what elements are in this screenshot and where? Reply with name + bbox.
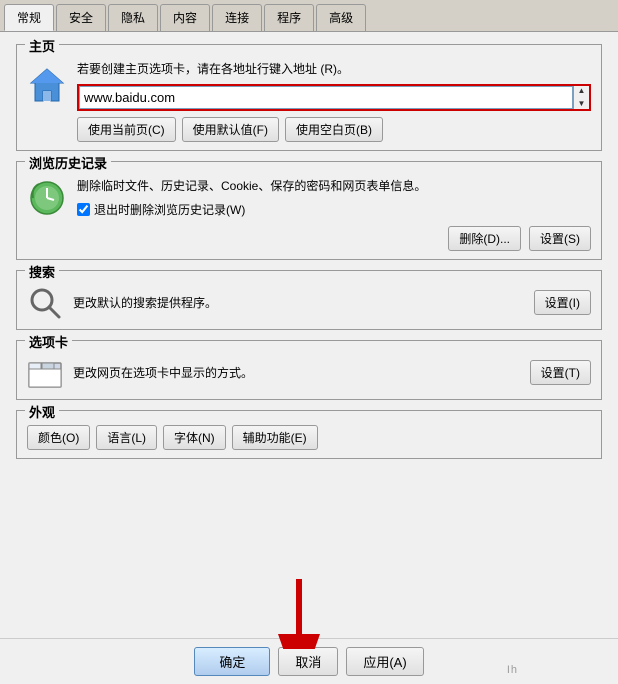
tab-privacy[interactable]: 隐私 [108,4,158,31]
watermark: Ih [507,664,518,676]
use-default-btn[interactable]: 使用默认值(F) [182,117,279,142]
search-settings-btn[interactable]: 设置(I) [534,290,591,315]
appearance-buttons: 颜色(O) 语言(L) 字体(N) 辅助功能(E) [27,425,591,450]
history-icon [27,178,67,218]
tab-programs[interactable]: 程序 [264,4,314,31]
checkbox-row: 退出时删除浏览历史记录(W) [77,201,591,218]
scroll-up-arrow[interactable]: ▲ [578,87,586,95]
tab-connections[interactable]: 连接 [212,4,262,31]
search-inner: 更改默认的搜索提供程序。 设置(I) [27,285,591,321]
homepage-desc: 若要创建主页选项卡，请在各地址行键入地址 (R)。 [77,61,591,78]
delete-on-exit-checkbox[interactable] [77,203,90,216]
tabs-desc: 更改网页在选项卡中显示的方式。 [73,364,520,381]
tabs-settings-btn[interactable]: 设置(T) [530,360,591,385]
fonts-btn[interactable]: 字体(N) [163,425,226,450]
url-input[interactable] [79,86,573,109]
tabs-title: 选项卡 [25,332,72,351]
use-current-btn[interactable]: 使用当前页(C) [77,117,176,142]
homepage-inner: 若要创建主页选项卡，请在各地址行键入地址 (R)。 ▲ ▼ 使用当前页(C) 使… [27,61,591,142]
language-btn[interactable]: 语言(L) [96,425,157,450]
history-right: 删除临时文件、历史记录、Cookie、保存的密码和网页表单信息。 退出时删除浏览… [77,178,591,251]
delete-history-btn[interactable]: 删除(D)... [448,226,521,251]
homepage-buttons: 使用当前页(C) 使用默认值(F) 使用空白页(B) [77,117,591,142]
history-section: 浏览历史记录 删除临时文件、历史记录、Cookie、保存的密码和网页表单信息。 [16,161,602,260]
ok-button[interactable]: 确定 [194,647,270,676]
tabs-icon [27,355,63,391]
tabs-section: 选项卡 更改网页在选项卡中显示的方式。 设置(T) [16,340,602,400]
dialog-container: 常规 安全 隐私 内容 连接 程序 高级 主页 若要创建主页选项卡，请 [0,0,618,684]
tab-bar: 常规 安全 隐私 内容 连接 程序 高级 [0,0,618,32]
tabs-inner: 更改网页在选项卡中显示的方式。 设置(T) [27,355,591,391]
use-blank-btn[interactable]: 使用空白页(B) [285,117,383,142]
history-settings-btn[interactable]: 设置(S) [529,226,591,251]
tab-advanced[interactable]: 高级 [316,4,366,31]
history-title: 浏览历史记录 [25,153,111,172]
accessibility-btn[interactable]: 辅助功能(E) [232,425,318,450]
colors-btn[interactable]: 颜色(O) [27,425,90,450]
homepage-right: 若要创建主页选项卡，请在各地址行键入地址 (R)。 ▲ ▼ 使用当前页(C) 使… [77,61,591,142]
appearance-title: 外观 [25,402,59,421]
history-desc: 删除临时文件、历史记录、Cookie、保存的密码和网页表单信息。 [77,178,591,195]
appearance-section: 外观 颜色(O) 语言(L) 字体(N) 辅助功能(E) [16,410,602,459]
main-content: 主页 若要创建主页选项卡，请在各地址行键入地址 (R)。 [0,32,618,638]
search-icon [27,285,63,321]
search-section: 搜索 更改默认的搜索提供程序。 设置(I) [16,270,602,330]
homepage-section: 主页 若要创建主页选项卡，请在各地址行键入地址 (R)。 [16,44,602,151]
url-input-box: ▲ ▼ [77,84,591,111]
tab-security[interactable]: 安全 [56,4,106,31]
search-title: 搜索 [25,262,59,281]
history-inner: 删除临时文件、历史记录、Cookie、保存的密码和网页表单信息。 退出时删除浏览… [27,178,591,251]
checkbox-label: 退出时删除浏览历史记录(W) [94,201,245,218]
search-desc: 更改默认的搜索提供程序。 [73,294,524,311]
red-arrow [269,579,329,652]
bottom-bar: 确定 取消 应用(A) Ih [0,638,618,684]
home-icon [27,65,67,105]
tab-content[interactable]: 内容 [160,4,210,31]
tab-general[interactable]: 常规 [4,4,54,31]
apply-button[interactable]: 应用(A) [346,647,423,676]
history-buttons: 删除(D)... 设置(S) [77,226,591,251]
homepage-title: 主页 [25,36,59,55]
url-scrollbar: ▲ ▼ [573,86,589,109]
scroll-down-arrow[interactable]: ▼ [578,100,586,108]
